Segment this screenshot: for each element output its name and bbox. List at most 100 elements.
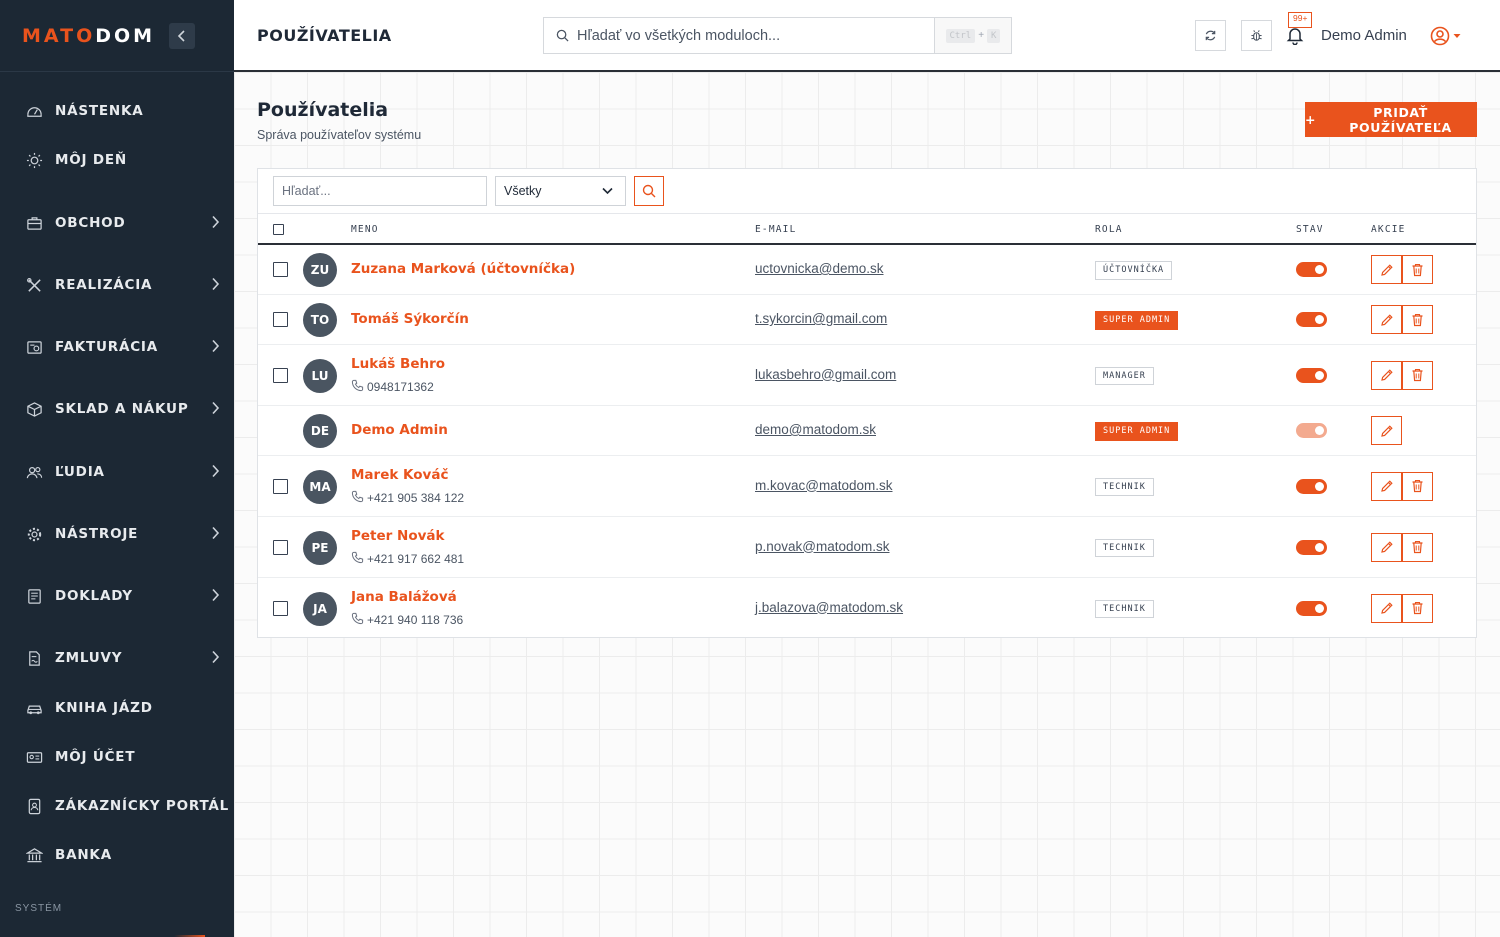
trash-icon — [1411, 601, 1424, 615]
status-toggle[interactable] — [1296, 367, 1327, 383]
trash-icon — [1411, 368, 1424, 382]
role-badge: TECHNIK — [1095, 538, 1154, 557]
chevron-right-icon — [211, 526, 220, 545]
row-checkbox[interactable] — [273, 478, 288, 494]
delete-button[interactable] — [1402, 471, 1433, 501]
sidebar-item-label: OBCHOD — [55, 215, 126, 231]
sidebar: MATODOM NÁSTENKA MÔJ DEŇ OBCHOD REALIZÁCIA F… — [0, 0, 234, 937]
row-checkbox[interactable] — [273, 312, 288, 327]
status-toggle[interactable] — [1296, 539, 1327, 555]
user-menu-button[interactable] — [1430, 26, 1461, 46]
user-name-link[interactable]: Lukáš Behro — [351, 356, 445, 372]
table-search-input[interactable] — [273, 176, 487, 206]
plus-icon: + — [1305, 112, 1317, 127]
column-header-role[interactable]: ROLA — [1095, 224, 1123, 235]
row-checkbox[interactable] — [273, 600, 288, 616]
caret-down-icon — [1453, 34, 1461, 38]
sidebar-item-label: NÁSTENKA — [55, 103, 144, 119]
user-email-link[interactable]: p.novak@matodom.sk — [755, 539, 890, 554]
sidebar-item-label: KNIHA JÁZD — [55, 700, 153, 716]
sidebar-item-moj-ucet[interactable]: MÔJ ÚČET — [0, 737, 234, 777]
logo[interactable]: MATODOM — [22, 25, 155, 47]
user-phone-number: +421 905 384 122 — [367, 490, 465, 505]
bug-report-button[interactable] — [1241, 20, 1272, 51]
select-all-checkbox[interactable] — [273, 224, 284, 235]
user-name-link[interactable]: Zuzana Marková (účtovníčka) — [351, 261, 575, 277]
status-toggle[interactable] — [1296, 262, 1327, 277]
pencil-icon — [1380, 479, 1394, 493]
edit-button[interactable] — [1371, 360, 1402, 390]
user-name-link[interactable]: Demo Admin — [351, 422, 448, 438]
avatar: ZU — [303, 253, 337, 287]
sidebar-item-zmluvy[interactable]: ZMLUVY — [0, 638, 234, 678]
edit-button[interactable] — [1371, 471, 1402, 501]
add-user-button[interactable]: + PRIDAŤ POUŽÍVATEĽA — [1305, 102, 1477, 137]
user-email-link[interactable]: j.balazova@matodom.sk — [755, 600, 903, 615]
sidebar-item-obchod[interactable]: OBCHOD — [0, 203, 234, 243]
shortcut-plus: + — [978, 30, 985, 41]
page-title: Používatelia — [257, 99, 389, 121]
column-header-name[interactable]: MENO — [351, 224, 379, 235]
row-checkbox[interactable] — [273, 367, 288, 383]
user-phone: 0948171362 — [351, 379, 434, 395]
sidebar-item-kniha-jazd[interactable]: KNIHA JÁZD — [0, 688, 234, 728]
user-email-link[interactable]: t.sykorcin@gmail.com — [755, 311, 887, 326]
user-avatar-icon — [1430, 26, 1450, 46]
sidebar-item-label: ZÁKAZNÍCKY PORTÁL — [55, 798, 230, 814]
shortcut-key-ctrl: Ctrl — [945, 28, 976, 43]
sidebar-item-nastenka[interactable]: NÁSTENKA — [0, 91, 234, 131]
collapse-sidebar-button[interactable] — [169, 22, 196, 49]
user-name-link[interactable]: Marek Kováč — [351, 467, 448, 483]
edit-button[interactable] — [1371, 532, 1402, 562]
row-checkbox[interactable] — [273, 262, 288, 277]
sidebar-item-moj-den[interactable]: MÔJ DEŇ — [0, 140, 234, 180]
chevron-down-icon — [602, 187, 613, 195]
edit-button[interactable] — [1371, 255, 1402, 284]
user-name-link[interactable]: Tomáš Sýkorčín — [351, 311, 469, 327]
sidebar-item-ludia[interactable]: ĽUDIA — [0, 452, 234, 492]
sidebar-item-banka[interactable]: BANKA — [0, 835, 234, 875]
status-toggle[interactable] — [1296, 312, 1327, 327]
notifications-button[interactable] — [1286, 26, 1304, 50]
user-name-link[interactable]: Peter Novák — [351, 528, 444, 544]
refresh-icon — [1205, 30, 1216, 41]
user-email-link[interactable]: demo@matodom.sk — [755, 422, 876, 437]
user-name-link[interactable]: Jana Balážová — [351, 589, 457, 605]
sidebar-item-zakaznicky-portal[interactable]: ZÁKAZNÍCKY PORTÁL — [0, 786, 234, 826]
delete-button[interactable] — [1402, 255, 1433, 284]
chevron-right-icon — [211, 650, 220, 669]
delete-button[interactable] — [1402, 360, 1433, 390]
status-toggle[interactable] — [1296, 600, 1327, 616]
sidebar-item-sklad-a-nakup[interactable]: SKLAD A NÁKUP — [0, 389, 234, 429]
delete-button[interactable] — [1402, 305, 1433, 334]
table-row: PE Peter Novák +421 917 662 481 p.novak@mat… — [258, 517, 1476, 578]
user-email-link[interactable]: uctovnicka@demo.sk — [755, 261, 884, 276]
delete-button[interactable] — [1402, 532, 1433, 562]
toggle-knob — [1315, 315, 1324, 324]
edit-button[interactable] — [1371, 305, 1402, 334]
toggle-knob — [1315, 481, 1324, 491]
status-toggle[interactable] — [1296, 478, 1327, 494]
column-header-email[interactable]: E-MAIL — [755, 224, 797, 235]
user-email-link[interactable]: m.kovac@matodom.sk — [755, 478, 893, 493]
edit-button[interactable] — [1371, 593, 1402, 623]
refresh-button[interactable] — [1195, 20, 1226, 51]
status-filter-select[interactable]: Všetky — [495, 176, 626, 206]
user-phone: +421 905 384 122 — [351, 490, 464, 506]
portal-icon — [25, 797, 43, 815]
phone-icon — [351, 551, 364, 567]
sidebar-item-doklady[interactable]: DOKLADY — [0, 576, 234, 616]
user-name[interactable]: Demo Admin — [1321, 27, 1407, 44]
sidebar-item-realizacia[interactable]: REALIZÁCIA — [0, 265, 234, 305]
row-checkbox[interactable] — [273, 539, 288, 555]
delete-button[interactable] — [1402, 593, 1433, 623]
edit-button[interactable] — [1371, 416, 1402, 445]
users-table-card: Všetky MENO E-MAIL ROLA STAV AKCIE ZU Zuz… — [257, 168, 1477, 638]
sidebar-item-nastroje[interactable]: NÁSTROJE — [0, 514, 234, 554]
user-email-link[interactable]: lukasbehro@gmail.com — [755, 367, 896, 382]
sidebar-item-fakturacia[interactable]: FAKTURÁCIA — [0, 327, 234, 367]
global-search-input[interactable] — [577, 27, 927, 44]
filter-row: Všetky — [258, 169, 1476, 214]
filter-search-button[interactable] — [634, 176, 664, 206]
user-phone: +421 917 662 481 — [351, 551, 464, 567]
